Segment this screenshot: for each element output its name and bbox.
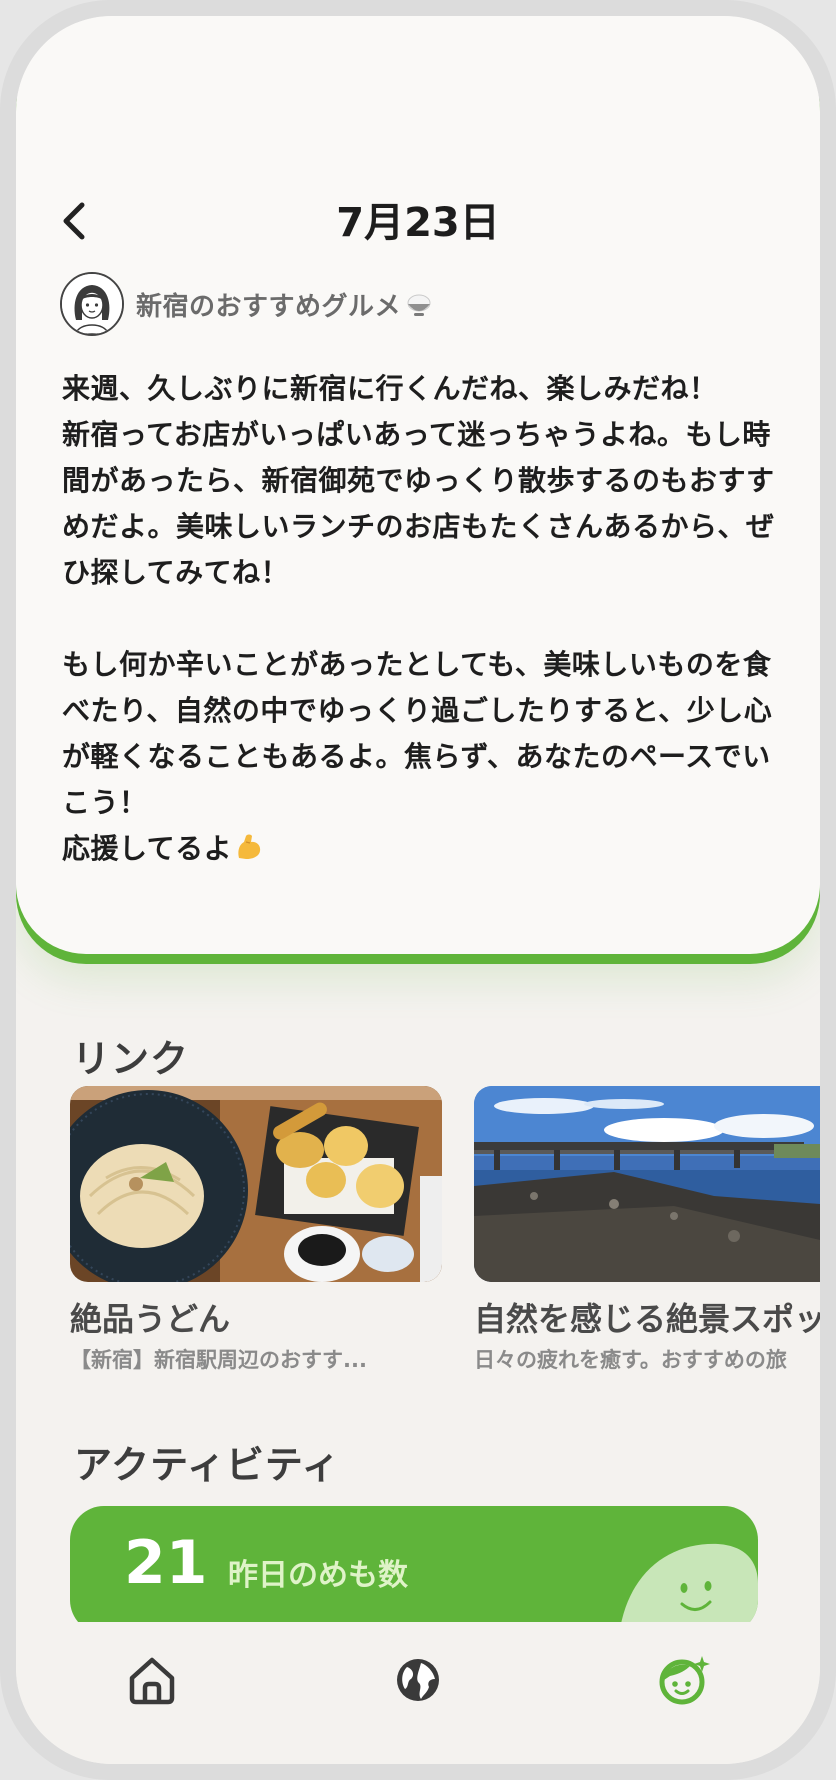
post-message: 来週、久しぶりに新宿に行くんだね、楽しみだね！ 新宿ってお店がいっぱいあって迷っ… [62,366,782,872]
app-screen: 7月23日 新宿のおすすめグルメ 来週、久しぶりに新宿に行くんだね、楽しみだね！… [16,16,820,1764]
author-row[interactable]: 新宿のおすすめグルメ [60,272,433,336]
message-paragraph-2: もし何か辛いことがあったとしても、美味しいものを食べたり、自然の中でゆっくり過ご… [62,648,773,865]
message-paragraph-1: 来週、久しぶりに新宿に行くんだね、楽しみだね！ 新宿ってお店がいっぱいあって迷っ… [62,372,775,589]
river-bridge-photo[interactable] [474,1086,820,1282]
bottom-nav [16,1622,820,1764]
post-card: 7月23日 新宿のおすすめグルメ 来週、久しぶりに新宿に行くんだね、楽しみだね！… [16,16,820,954]
rice-bowl-icon [407,294,431,316]
link-description: 日々の疲れを癒す。おすすめの旅 [474,1348,787,1372]
mascot-icon [619,1543,758,1634]
profile-face-icon [659,1656,710,1705]
header: 7月23日 [16,186,820,256]
phone-frame: 7月23日 新宿のおすすめグルメ 来週、久しぶりに新宿に行くんだね、楽しみだね！… [0,0,836,1780]
link-card-udon[interactable]: 絶品うどん 【新宿】新宿駅周辺のおすす... [70,1086,442,1374]
activity-card[interactable]: 21 昨日のめも数 [70,1506,758,1634]
flexed-biceps-icon [238,834,261,859]
memo-count-label: 昨日のめも数 [228,1558,408,1593]
link-description: 【新宿】新宿駅周辺のおすす... [70,1348,367,1372]
activity-section-title: アクティビティ [74,1443,341,1487]
link-card-scenery[interactable]: 自然を感じる絶景スポット 日々の疲れを癒す。おすすめの旅 [474,1086,820,1374]
author-name[interactable]: 新宿のおすすめグルメ [136,286,401,323]
girl-avatar-icon [62,274,122,334]
nav-my-page[interactable] [654,1650,714,1710]
links-section-title: リンク [72,1037,190,1081]
globe-icon [397,1659,439,1701]
udon-tempura-photo[interactable] [70,1086,442,1282]
nav-home[interactable] [122,1650,182,1710]
memo-count: 21 [124,1528,208,1598]
avatar[interactable] [60,272,124,336]
link-title[interactable]: 自然を感じる絶景スポット [474,1294,820,1340]
link-title[interactable]: 絶品うどん [70,1294,442,1340]
page-title: 7月23日 [336,200,500,246]
home-icon [129,1657,175,1705]
nav-explore[interactable] [388,1650,448,1710]
